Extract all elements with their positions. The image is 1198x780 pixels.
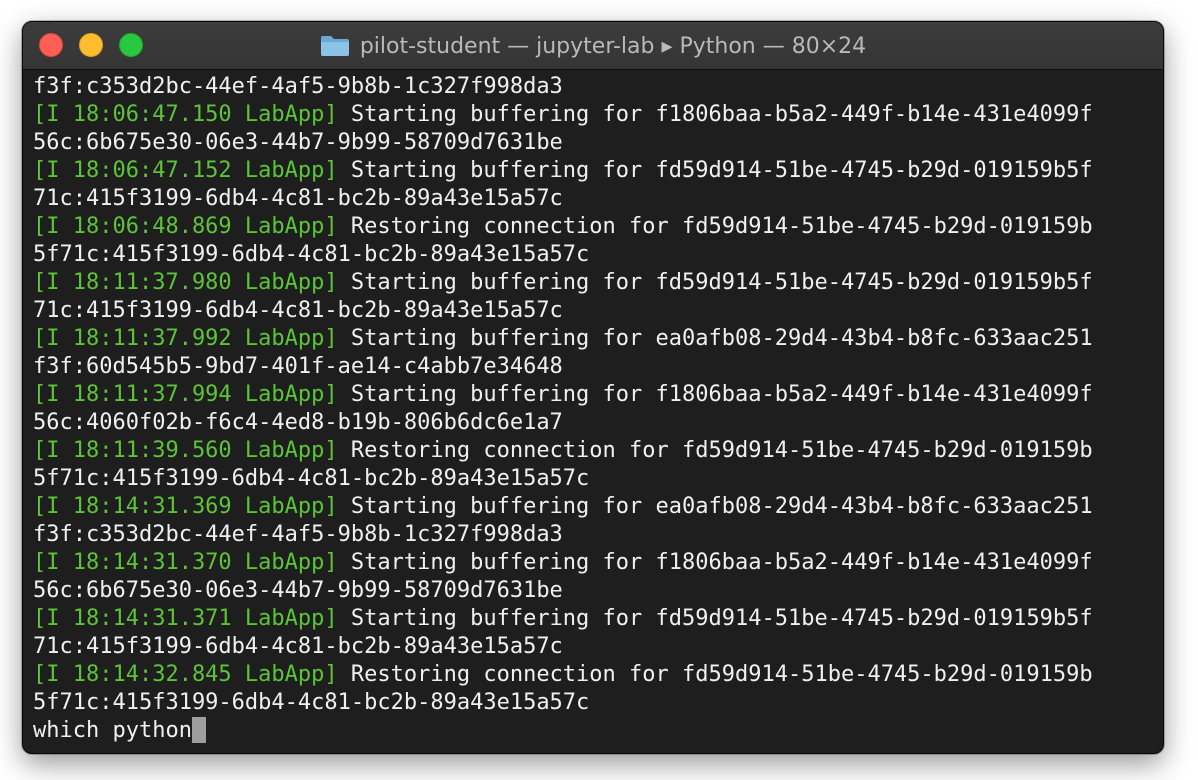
- log-text: Restoring connection for fd59d914-51be-4…: [337, 438, 1093, 463]
- log-text: Starting buffering for ea0afb08-29d4-43b…: [337, 326, 1093, 351]
- log-text: 56c:6b675e30-06e3-44b7-9b99-58709d7631be: [33, 578, 563, 603]
- log-prefix: [I 18:11:37.980 LabApp]: [33, 270, 338, 295]
- terminal-line: 71c:415f3199-6db4-4c81-bc2b-89a43e15a57c: [33, 633, 1158, 661]
- command-input[interactable]: which python: [33, 718, 192, 743]
- terminal-line: 71c:415f3199-6db4-4c81-bc2b-89a43e15a57c: [33, 297, 1158, 325]
- log-text: Starting buffering for fd59d914-51be-474…: [337, 270, 1093, 295]
- log-text: 71c:415f3199-6db4-4c81-bc2b-89a43e15a57c: [33, 186, 563, 211]
- log-text: f3f:c353d2bc-44ef-4af5-9b8b-1c327f998da3: [33, 522, 563, 547]
- terminal-line: f3f:c353d2bc-44ef-4af5-9b8b-1c327f998da3: [33, 73, 1158, 101]
- terminal-line: [I 18:06:47.150 LabApp] Starting bufferi…: [33, 101, 1158, 129]
- terminal-line: [I 18:11:37.992 LabApp] Starting bufferi…: [33, 325, 1158, 353]
- terminal-line: [I 18:11:39.560 LabApp] Restoring connec…: [33, 437, 1158, 465]
- log-prefix: [I 18:14:31.371 LabApp]: [33, 606, 338, 631]
- terminal-line: f3f:c353d2bc-44ef-4af5-9b8b-1c327f998da3: [33, 521, 1158, 549]
- log-text: f3f:60d545b5-9bd7-401f-ae14-c4abb7e34648: [33, 354, 563, 379]
- terminal-line: [I 18:11:37.980 LabApp] Starting bufferi…: [33, 269, 1158, 297]
- log-prefix: [I 18:06:47.150 LabApp]: [33, 102, 338, 127]
- log-text: Starting buffering for f1806baa-b5a2-449…: [337, 102, 1093, 127]
- terminal-line: [I 18:14:31.370 LabApp] Starting bufferi…: [33, 549, 1158, 577]
- log-prefix: [I 18:14:31.370 LabApp]: [33, 550, 338, 575]
- terminal-line: 56c:6b675e30-06e3-44b7-9b99-58709d7631be: [33, 577, 1158, 605]
- title-bar[interactable]: pilot-student — jupyter-lab ▸ Python — 8…: [23, 22, 1163, 70]
- window-title-area: pilot-student — jupyter-lab ▸ Python — 8…: [23, 22, 1163, 70]
- log-prefix: [I 18:06:47.152 LabApp]: [33, 158, 338, 183]
- terminal-output[interactable]: f3f:c353d2bc-44ef-4af5-9b8b-1c327f998da3…: [33, 73, 1158, 745]
- log-text: 5f71c:415f3199-6db4-4c81-bc2b-89a43e15a5…: [33, 466, 590, 491]
- terminal-line: 71c:415f3199-6db4-4c81-bc2b-89a43e15a57c: [33, 185, 1158, 213]
- log-text: 5f71c:415f3199-6db4-4c81-bc2b-89a43e15a5…: [33, 242, 590, 267]
- terminal-line: [I 18:14:32.845 LabApp] Restoring connec…: [33, 661, 1158, 689]
- terminal-line: f3f:60d545b5-9bd7-401f-ae14-c4abb7e34648: [33, 353, 1158, 381]
- log-text: Starting buffering for f1806baa-b5a2-449…: [337, 382, 1093, 407]
- log-text: 56c:6b675e30-06e3-44b7-9b99-58709d7631be: [33, 130, 563, 155]
- terminal-line: [I 18:11:37.994 LabApp] Starting bufferi…: [33, 381, 1158, 409]
- terminal-line: [I 18:14:31.369 LabApp] Starting bufferi…: [33, 493, 1158, 521]
- terminal-line: [I 18:06:48.869 LabApp] Restoring connec…: [33, 213, 1158, 241]
- terminal-line: 56c:6b675e30-06e3-44b7-9b99-58709d7631be: [33, 129, 1158, 157]
- log-prefix: [I 18:06:48.869 LabApp]: [33, 214, 338, 239]
- log-text: 56c:4060f02b-f6c4-4ed8-b19b-806b6dc6e1a7: [33, 410, 563, 435]
- log-text: Restoring connection for fd59d914-51be-4…: [337, 662, 1093, 687]
- terminal-line: 5f71c:415f3199-6db4-4c81-bc2b-89a43e15a5…: [33, 465, 1158, 493]
- terminal-line: 5f71c:415f3199-6db4-4c81-bc2b-89a43e15a5…: [33, 241, 1158, 269]
- log-text: Restoring connection for fd59d914-51be-4…: [337, 214, 1093, 239]
- prompt-line[interactable]: which python: [33, 717, 1158, 745]
- terminal-line: 56c:4060f02b-f6c4-4ed8-b19b-806b6dc6e1a7: [33, 409, 1158, 437]
- log-prefix: [I 18:14:31.369 LabApp]: [33, 494, 338, 519]
- log-text: 71c:415f3199-6db4-4c81-bc2b-89a43e15a57c: [33, 298, 563, 323]
- terminal-line: [I 18:14:31.371 LabApp] Starting bufferi…: [33, 605, 1158, 633]
- terminal-line: [I 18:06:47.152 LabApp] Starting bufferi…: [33, 157, 1158, 185]
- window-title: pilot-student — jupyter-lab ▸ Python — 8…: [359, 33, 867, 59]
- log-text: f3f:c353d2bc-44ef-4af5-9b8b-1c327f998da3: [33, 74, 563, 99]
- log-text: 71c:415f3199-6db4-4c81-bc2b-89a43e15a57c: [33, 634, 563, 659]
- log-text: Starting buffering for fd59d914-51be-474…: [337, 158, 1093, 183]
- log-prefix: [I 18:11:37.994 LabApp]: [33, 382, 338, 407]
- log-prefix: [I 18:11:37.992 LabApp]: [33, 326, 338, 351]
- terminal-line: 5f71c:415f3199-6db4-4c81-bc2b-89a43e15a5…: [33, 689, 1158, 717]
- log-text: Starting buffering for fd59d914-51be-474…: [337, 606, 1093, 631]
- log-prefix: [I 18:11:39.560 LabApp]: [33, 438, 338, 463]
- log-prefix: [I 18:14:32.845 LabApp]: [33, 662, 338, 687]
- log-text: 5f71c:415f3199-6db4-4c81-bc2b-89a43e15a5…: [33, 690, 590, 715]
- log-text: Starting buffering for f1806baa-b5a2-449…: [337, 550, 1093, 575]
- terminal-window: pilot-student — jupyter-lab ▸ Python — 8…: [22, 21, 1164, 754]
- folder-icon: [320, 35, 350, 57]
- log-text: Starting buffering for ea0afb08-29d4-43b…: [337, 494, 1093, 519]
- text-cursor: [191, 717, 206, 743]
